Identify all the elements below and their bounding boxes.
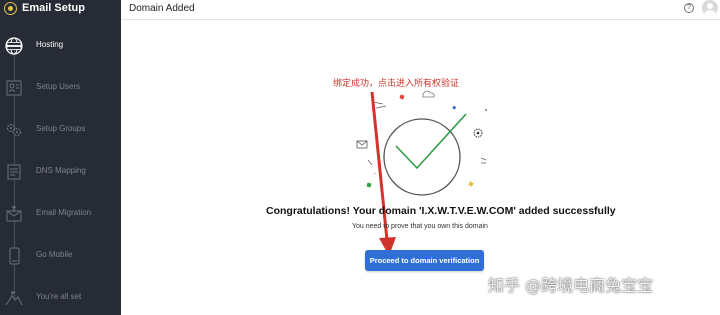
globe-server-icon: [5, 37, 23, 55]
sidebar-step-label: Email Migration: [36, 208, 92, 217]
logo-icon: [4, 2, 17, 15]
sidebar-step-email-migration[interactable]: Email Migration: [0, 201, 121, 227]
watermark-text: 知乎 @跨境电商兔宝宝: [488, 276, 654, 295]
proceed-to-verification-button[interactable]: Proceed to domain verification: [365, 250, 484, 271]
page-title: Domain Added: [129, 3, 195, 14]
help-icon[interactable]: ?: [684, 3, 694, 13]
domain-name: I.X.W.T.V.E.W.COM: [421, 205, 514, 217]
dns-document-icon: [7, 164, 21, 180]
sidebar-step-label: You're all set: [36, 292, 82, 301]
annotation-text: 绑定成功，点击进入所有权验证: [333, 79, 460, 89]
mobile-phone-icon: [9, 247, 20, 265]
top-bar: Domain Added ?: [121, 0, 720, 20]
sidebar-step-label: Setup Users: [36, 82, 81, 91]
group-gears-icon: [6, 123, 22, 137]
verify-subtext: You need to prove that you own this doma…: [352, 223, 488, 230]
envelope-upload-icon: [6, 205, 22, 222]
confetti-icon: [399, 94, 405, 100]
user-card-icon: [6, 80, 22, 96]
sidebar: Email Setup Hosting Setup Users Setup Gr…: [0, 0, 121, 315]
mountain-flag-icon: [5, 291, 23, 306]
congrats-message: Congratulations! Your domain 'I.X.W.T.V.…: [266, 205, 616, 217]
sidebar-step-dns-mapping[interactable]: DNS Mapping: [0, 159, 121, 185]
sidebar-step-go-mobile[interactable]: Go Mobile: [0, 243, 121, 269]
sidebar-step-all-set[interactable]: You're all set: [0, 285, 121, 311]
congrats-suffix: ' added successfully: [513, 205, 616, 217]
sidebar-step-label: Go Mobile: [36, 250, 73, 259]
checkmark-circle-icon: [383, 118, 461, 196]
sidebar-header: Email Setup: [0, 0, 121, 19]
congrats-prefix: Congratulations! Your domain ': [266, 205, 422, 217]
sidebar-step-label: DNS Mapping: [36, 166, 86, 175]
sidebar-step-setup-groups[interactable]: Setup Groups: [0, 117, 121, 143]
sidebar-step-label: Setup Groups: [36, 124, 86, 133]
cloud-icon: [422, 90, 435, 98]
sidebar-step-label: Hosting: [36, 40, 64, 49]
sidebar-step-hosting[interactable]: Hosting: [0, 33, 121, 59]
success-illustration: [356, 90, 487, 196]
sidebar-step-setup-users[interactable]: Setup Users: [0, 75, 121, 101]
app-title: Email Setup: [22, 2, 85, 14]
avatar[interactable]: [702, 0, 718, 16]
